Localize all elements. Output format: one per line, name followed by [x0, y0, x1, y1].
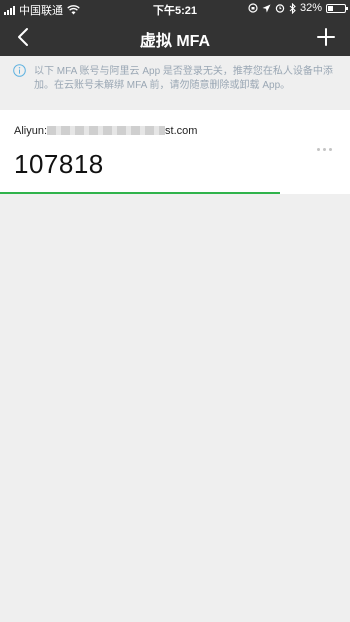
notice-text: 以下 MFA 账号与阿里云 App 是否登录无关，推荐您在私人设备中添加。在云账… — [34, 66, 333, 91]
otp-code: 107818 — [14, 149, 104, 179]
more-options-icon[interactable] — [317, 148, 332, 151]
plus-icon[interactable] — [312, 23, 340, 51]
info-icon — [13, 64, 26, 77]
status-right: 32% — [248, 2, 348, 14]
mfa-account-card[interactable]: Aliyun: st.com 107818 — [0, 110, 350, 194]
alarm-icon — [275, 4, 285, 13]
battery-icon — [326, 3, 348, 13]
account-label: Aliyun: st.com — [14, 125, 197, 137]
lock-rotation-icon — [248, 3, 258, 13]
account-prefix: Aliyun: — [14, 125, 48, 137]
battery-percent: 32% — [299, 2, 322, 14]
page-title: 虚拟 MFA — [139, 33, 211, 50]
nav-bar: 虚拟 MFA — [0, 18, 350, 56]
status-bar: 中国联通 下午5:21 32% — [0, 0, 350, 18]
mfa-notice: 以下 MFA 账号与阿里云 App 是否登录无关，推荐您在私人设备中添加。在云账… — [0, 56, 350, 101]
redacted-email — [47, 126, 166, 135]
code-timer-track — [0, 192, 350, 194]
location-arrow-icon — [262, 4, 271, 12]
bluetooth-icon — [289, 2, 296, 14]
code-timer-progress — [0, 192, 280, 194]
account-suffix: st.com — [165, 125, 198, 137]
